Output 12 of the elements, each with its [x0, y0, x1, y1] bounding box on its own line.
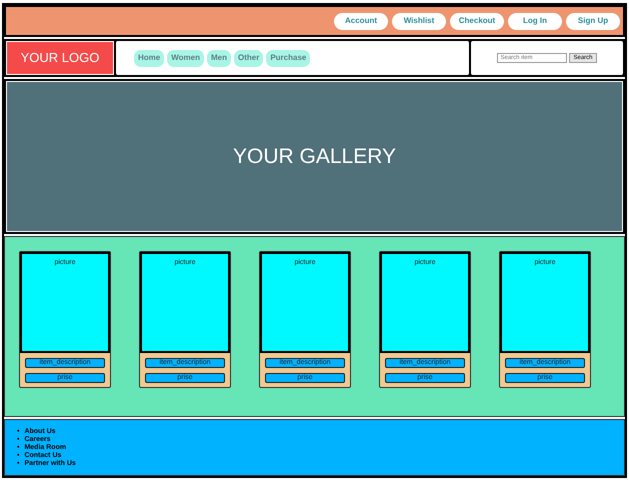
nav-tab[interactable]: Home	[134, 50, 164, 66]
nav-tab[interactable]: Men	[206, 50, 231, 66]
header-link[interactable]: Sign Up	[566, 12, 620, 30]
header-link[interactable]: Account	[334, 12, 388, 30]
nav-tab[interactable]: Purchase	[266, 50, 310, 66]
nav-tab[interactable]: Women	[167, 50, 204, 66]
gallery-title: YOUR GALLERY	[232, 144, 396, 170]
header-link[interactable]: Checkout	[450, 12, 504, 30]
header-link[interactable]: Log In	[508, 12, 562, 30]
header-link[interactable]: Wishlist	[392, 12, 446, 30]
nav-tab[interactable]: Other	[234, 50, 264, 66]
logo[interactable]: YOUR LOGO	[6, 41, 114, 75]
